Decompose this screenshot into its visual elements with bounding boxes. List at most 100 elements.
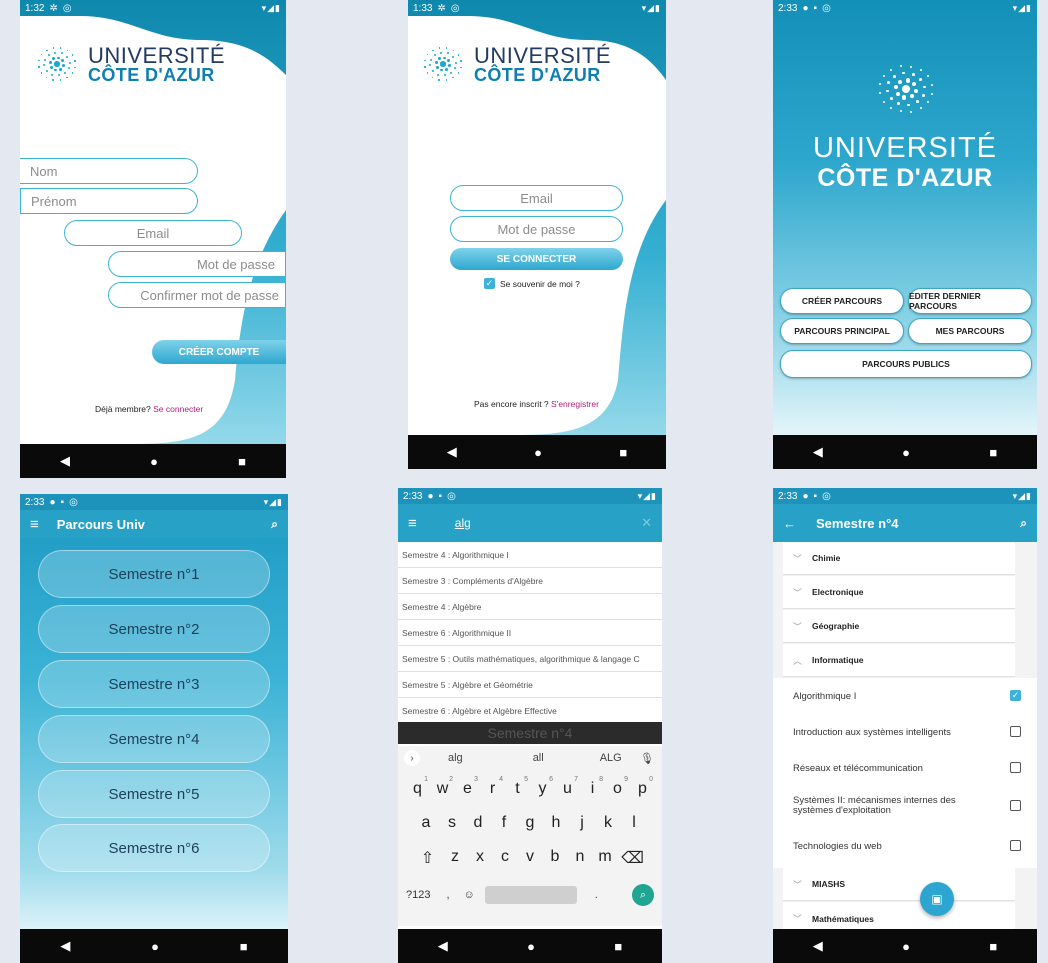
back-icon[interactable]: ◀ (447, 444, 457, 460)
menu-icon[interactable]: ≡ (408, 515, 417, 532)
recent-apps-icon[interactable]: ■ (614, 939, 622, 954)
course-checkbox[interactable]: ✓ (1010, 690, 1021, 701)
category-row[interactable]: ﹀ Electronique (783, 576, 1015, 609)
key-f[interactable]: f (491, 814, 517, 832)
save-fab-button[interactable]: ▣ (920, 882, 954, 916)
key-y[interactable]: y6 (530, 776, 555, 798)
category-row[interactable]: ﹀ Chimie (783, 542, 1015, 575)
list-item[interactable]: Semestre 3 : Compléments d'Algèbre (398, 568, 662, 594)
clear-icon[interactable]: ✕ (641, 515, 652, 531)
course-row[interactable]: Introduction aux systèmes intelligents (793, 722, 1015, 742)
back-icon[interactable]: ◀ (60, 453, 70, 469)
home-icon[interactable]: ● (534, 445, 542, 460)
home-icon[interactable]: ● (150, 454, 158, 469)
recent-apps-icon[interactable]: ■ (240, 939, 248, 954)
password-input[interactable]: Mot de passe (108, 251, 286, 277)
my-parcours-button[interactable]: MES PARCOURS (908, 318, 1032, 344)
list-item[interactable]: Semestre 6 : Algorithmique II (398, 620, 662, 646)
mic-icon[interactable]: 🎙 (640, 752, 654, 765)
home-icon[interactable]: ● (151, 939, 159, 954)
suggestion[interactable]: ALG (600, 752, 622, 764)
key-e[interactable]: e3 (455, 776, 480, 798)
remember-checkbox[interactable]: ✓ (484, 278, 495, 289)
key-r[interactable]: r4 (480, 776, 505, 798)
course-checkbox[interactable] (1010, 726, 1021, 737)
recent-apps-icon[interactable]: ■ (238, 454, 246, 469)
search-icon[interactable]: ⌕ (271, 517, 278, 532)
key-h[interactable]: h (543, 814, 569, 832)
key-k[interactable]: k (595, 814, 621, 832)
category-row[interactable]: ﹀ Géographie (783, 610, 1015, 643)
search-icon[interactable]: ⌕ (1020, 516, 1027, 531)
key-w[interactable]: w2 (430, 776, 455, 798)
key-g[interactable]: g (517, 814, 543, 832)
public-parcours-button[interactable]: PARCOURS PUBLICS (780, 350, 1032, 378)
semester-6-button[interactable]: Semestre n°6 (38, 824, 270, 872)
course-row[interactable]: Systèmes II: mécanismes internes des sys… (793, 792, 987, 820)
category-row[interactable]: ﹀ MIASHS (783, 868, 1015, 901)
key-q[interactable]: q1 (405, 776, 430, 798)
key-p[interactable]: p0 (630, 776, 655, 798)
key-b[interactable]: b (543, 848, 568, 868)
course-row[interactable]: Réseaux et télécommunication (793, 758, 1015, 778)
recent-apps-icon[interactable]: ■ (989, 939, 997, 954)
recent-apps-icon[interactable]: ■ (989, 445, 997, 460)
chevron-right-icon[interactable]: › (404, 750, 420, 766)
suggestion[interactable]: all (533, 752, 544, 764)
semester-4-button[interactable]: Semestre n°4 (38, 715, 270, 763)
recent-apps-icon[interactable]: ■ (619, 445, 627, 460)
suggestion[interactable]: alg (448, 752, 463, 764)
email-input[interactable]: Email (64, 220, 242, 246)
course-checkbox[interactable] (1010, 800, 1021, 811)
key-n[interactable]: n (568, 848, 593, 868)
menu-icon[interactable]: ≡ (30, 516, 39, 533)
prenom-input[interactable]: Prénom (20, 188, 198, 214)
connect-button[interactable]: SE CONNECTER (450, 248, 623, 270)
key-v[interactable]: v (518, 848, 543, 868)
back-icon[interactable]: ◀ (813, 938, 823, 954)
course-row[interactable]: Technologies du web (793, 836, 1015, 856)
register-link[interactable]: S'enregistrer (551, 399, 599, 409)
backspace-icon[interactable]: ⌫ (618, 848, 648, 868)
back-arrow-icon[interactable]: ← (783, 516, 796, 531)
semester-3-button[interactable]: Semestre n°3 (38, 660, 270, 708)
category-row-expanded[interactable]: ︿ Informatique (783, 644, 1015, 677)
list-item[interactable]: Semestre 5 : Outils mathématiques, algor… (398, 646, 662, 672)
nom-input[interactable]: Nom (20, 158, 198, 184)
home-icon[interactable]: ● (902, 939, 910, 954)
search-key-icon[interactable]: ⌕ (632, 884, 654, 906)
login-link[interactable]: Se connecter (153, 404, 203, 414)
confirm-password-input[interactable]: Confirmer mot de passe (108, 282, 286, 308)
symbols-key[interactable]: ?123 (406, 889, 430, 901)
remember-me-row[interactable]: ✓ Se souvenir de moi ? (484, 278, 580, 289)
email-input[interactable]: Email (450, 185, 623, 211)
key-t[interactable]: t5 (505, 776, 530, 798)
edit-last-parcours-button[interactable]: EDITER DERNIER PARCOURS (908, 288, 1032, 314)
comma-key[interactable]: , (446, 889, 449, 901)
period-key[interactable]: . (595, 889, 598, 901)
key-i[interactable]: i8 (580, 776, 605, 798)
key-j[interactable]: j (569, 814, 595, 832)
key-a[interactable]: a (413, 814, 439, 832)
semester-1-button[interactable]: Semestre n°1 (38, 550, 270, 598)
create-account-button[interactable]: CRÉER COMPTE (152, 340, 286, 364)
course-row[interactable]: Algorithmique I (793, 686, 1015, 706)
list-item[interactable]: Semestre 4 : Algèbre (398, 594, 662, 620)
shift-icon[interactable]: ⇧ (413, 848, 443, 868)
key-o[interactable]: o9 (605, 776, 630, 798)
home-icon[interactable]: ● (902, 445, 910, 460)
list-item[interactable]: Semestre 4 : Algorithmique I (398, 542, 662, 568)
home-icon[interactable]: ● (527, 939, 535, 954)
key-s[interactable]: s (439, 814, 465, 832)
key-d[interactable]: d (465, 814, 491, 832)
space-bar[interactable] (484, 886, 577, 904)
key-m[interactable]: m (593, 848, 618, 868)
back-icon[interactable]: ◀ (813, 444, 823, 460)
key-z[interactable]: z (443, 848, 468, 868)
emoji-icon[interactable]: ☺ (464, 889, 475, 901)
semester-5-button[interactable]: Semestre n°5 (38, 770, 270, 818)
main-parcours-button[interactable]: PARCOURS PRINCIPAL (780, 318, 904, 344)
password-input[interactable]: Mot de passe (450, 216, 623, 242)
list-item[interactable]: Semestre 5 : Algèbre et Géométrie (398, 672, 662, 698)
course-checkbox[interactable] (1010, 840, 1021, 851)
